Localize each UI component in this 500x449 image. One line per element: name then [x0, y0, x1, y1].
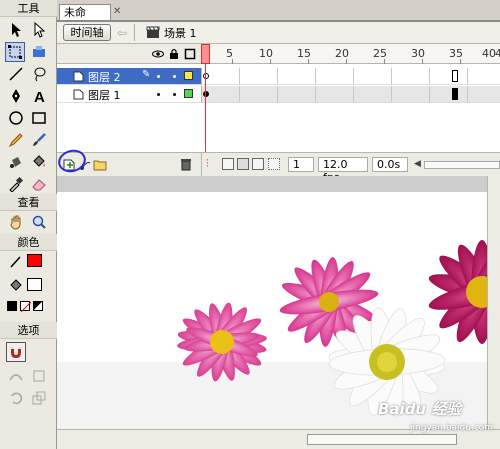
flower-photo-image	[57, 240, 500, 429]
document-tab[interactable]: 未命名-1*	[59, 4, 111, 35]
lasso-tool-icon[interactable]	[29, 64, 49, 84]
fill-color-icon[interactable]	[6, 276, 26, 296]
layer-row-1[interactable]: 图层 1	[57, 86, 201, 103]
baidu-watermark: Baidu 经验	[378, 400, 462, 418]
toolbox-panel: 工具 A 查看 颜色 选项	[0, 0, 57, 449]
scroll-thumb[interactable]	[307, 434, 457, 445]
layer-name: 图层 1	[88, 89, 121, 102]
layer-2-frames[interactable]	[201, 68, 500, 85]
ink-bottle-tool-icon[interactable]	[6, 152, 26, 172]
layer-edit-pencil-icon: ✎	[142, 69, 151, 80]
layer-header	[57, 44, 201, 64]
ruler-tick	[308, 59, 309, 64]
pencil-tool-icon[interactable]	[6, 130, 26, 150]
eyedropper-tool-icon[interactable]	[6, 174, 26, 194]
delete-layer-trash-icon[interactable]	[180, 158, 192, 171]
scene-label[interactable]: 场景 1	[164, 25, 197, 41]
no-color-icon[interactable]	[20, 301, 31, 312]
zoom-tool-icon[interactable]	[29, 212, 49, 232]
hand-tool-icon[interactable]	[6, 212, 26, 232]
ruler-number: 4	[495, 47, 500, 60]
straighten-option-icon[interactable]	[29, 366, 49, 386]
visibility-dot[interactable]	[157, 93, 160, 96]
modify-onion-markers-icon[interactable]	[268, 158, 280, 170]
snap-magnet-icon[interactable]	[6, 342, 26, 362]
keyframe[interactable]	[203, 91, 209, 97]
ruler-tick	[384, 59, 385, 64]
selection-tool-icon[interactable]	[6, 20, 26, 40]
stroke-color-swatch[interactable]	[27, 254, 42, 267]
fill-transform-tool-icon[interactable]	[29, 42, 49, 62]
layer-page-icon	[73, 71, 84, 82]
layer-row-2[interactable]: 图层 2 ✎	[57, 68, 201, 85]
smooth-option-icon[interactable]	[6, 366, 26, 386]
back-arrow-icon[interactable]: ⇦	[117, 26, 127, 40]
ruler-tick	[422, 59, 423, 64]
insert-folder-icon[interactable]	[93, 158, 107, 171]
center-frame-icon[interactable]: ⫶	[206, 157, 218, 171]
edit-bar: 时间轴 ⇦ 场景 1	[57, 22, 500, 44]
end-frame[interactable]	[452, 70, 458, 82]
frame-ruler[interactable]: 5 10 15 20 25 30 35 40 4	[201, 44, 500, 64]
text-tool-icon[interactable]: A	[29, 86, 49, 106]
paint-bucket-tool-icon[interactable]	[29, 152, 49, 172]
scene-separator	[134, 24, 135, 41]
ruler-tick	[460, 59, 461, 64]
onion-skin-icon[interactable]	[222, 158, 234, 170]
close-tab-icon[interactable]: ✕	[113, 7, 123, 17]
color-section-title: 颜色	[0, 234, 57, 251]
visibility-dot[interactable]	[157, 75, 160, 78]
lock-dot[interactable]	[173, 75, 176, 78]
toolbox-title: 工具	[0, 0, 57, 17]
timeline-toggle-button[interactable]: 时间轴	[63, 24, 111, 41]
playhead-handle[interactable]	[201, 44, 210, 64]
onion-skin-outlines-icon[interactable]	[237, 158, 249, 170]
layer-page-icon	[73, 89, 84, 100]
line-tool-icon[interactable]	[6, 64, 26, 84]
brush-tool-icon[interactable]	[29, 130, 49, 150]
end-keyframe[interactable]	[452, 88, 458, 100]
rectangle-tool-icon[interactable]	[29, 108, 49, 128]
ruler-tick	[232, 59, 233, 64]
lock-dot[interactable]	[173, 93, 176, 96]
svg-text:A: A	[34, 89, 45, 104]
view-section-title: 查看	[0, 194, 57, 211]
ruler-tick	[346, 59, 347, 64]
current-frame-field[interactable]: 1	[288, 157, 314, 172]
layer-1-frames[interactable]	[201, 86, 500, 103]
frame-rate-field[interactable]: 12.0 fps	[318, 157, 368, 184]
scene-clapper-icon	[146, 26, 160, 39]
stage-canvas[interactable]	[57, 192, 500, 429]
rotate-option-icon[interactable]	[6, 388, 26, 408]
show-hide-all-eye-icon[interactable]	[152, 48, 164, 60]
ruler-tick	[270, 59, 271, 64]
pen-tool-icon[interactable]	[6, 86, 26, 106]
outline-all-icon[interactable]	[184, 48, 196, 60]
empty-keyframe[interactable]	[203, 73, 209, 79]
subselection-tool-icon[interactable]	[29, 20, 49, 40]
swap-colors-icon[interactable]	[33, 301, 43, 311]
lock-all-icon[interactable]	[168, 48, 180, 60]
layer-name: 图层 2	[88, 71, 121, 84]
options-section-title: 选项	[0, 322, 57, 339]
stage-vertical-scrollbar[interactable]	[487, 176, 500, 429]
stage-pasteboard	[57, 176, 500, 429]
fill-color-swatch[interactable]	[27, 278, 42, 291]
frame-footer: ⫶ 1 12.0 fps 0.0s ◀	[201, 152, 500, 184]
layer-outline-color-swatch[interactable]	[184, 89, 193, 98]
timeline-panel: 5 10 15 20 25 30 35 40 4 图层 2 ✎ 图层 1 ⫶ 1…	[55, 44, 500, 184]
scale-option-icon[interactable]	[29, 388, 49, 408]
layer-outline-color-swatch[interactable]	[184, 71, 193, 80]
elapsed-time-field[interactable]: 0.0s	[372, 157, 408, 172]
timeline-horizontal-scrollbar[interactable]	[424, 161, 500, 169]
baidu-watermark-url: jingyan.baidu.com	[410, 423, 494, 433]
scroll-left-arrow-icon[interactable]: ◀	[414, 159, 421, 169]
default-colors-icon[interactable]	[7, 301, 17, 311]
stroke-color-icon[interactable]	[6, 252, 26, 272]
ruler-number: 40	[482, 47, 496, 60]
oval-tool-icon[interactable]	[6, 108, 26, 128]
free-transform-tool-icon[interactable]	[5, 42, 25, 62]
edit-multiple-frames-icon[interactable]	[252, 158, 264, 170]
eraser-tool-icon[interactable]	[29, 174, 49, 194]
